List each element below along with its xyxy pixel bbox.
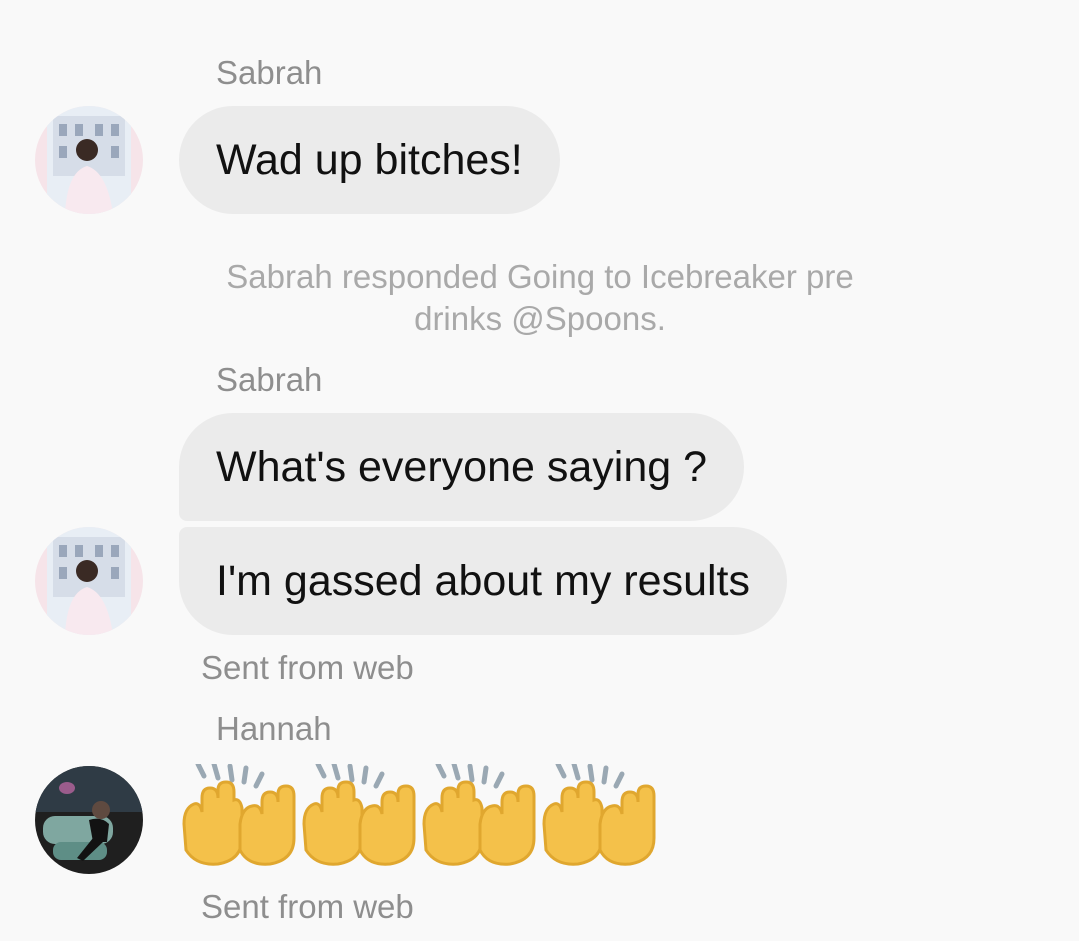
- sent-from-web-label: Sent from web: [201, 649, 414, 686]
- sent-from-web-label: Sent from web: [201, 888, 414, 925]
- event-response-note: Sabrah responded Going to Icebreaker pre…: [226, 258, 854, 337]
- emoji-message[interactable]: [178, 764, 658, 868]
- avatar-photo: [35, 527, 143, 635]
- raising-hands-emoji: [182, 764, 656, 866]
- avatar-hannah[interactable]: [35, 766, 143, 874]
- sender-name-hannah: Hannah: [216, 710, 332, 747]
- sender-name-sabrah: Sabrah: [216, 54, 323, 91]
- avatar-photo: [35, 106, 143, 214]
- avatar-sabrah[interactable]: [35, 106, 143, 214]
- sender-name-sabrah: Sabrah: [216, 361, 323, 398]
- message-bubble[interactable]: I'm gassed about my results: [179, 527, 787, 635]
- message-bubble[interactable]: Wad up bitches!: [179, 106, 560, 214]
- avatar-sabrah[interactable]: [35, 527, 143, 635]
- avatar-photo: [35, 766, 143, 874]
- message-bubble[interactable]: What's everyone saying ?: [179, 413, 745, 521]
